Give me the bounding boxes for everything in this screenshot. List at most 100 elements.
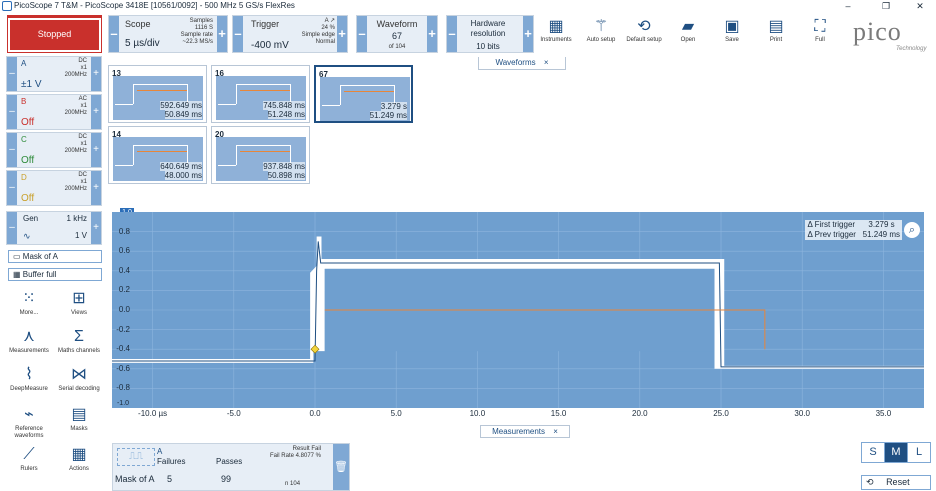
buffer-full-button[interactable]: ▦ Buffer full [8,268,102,281]
views-button[interactable]: ⊞ Views [56,288,102,326]
channel-range[interactable]: Off [21,155,34,166]
actions-button[interactable]: ▦ Actions [56,444,102,482]
channel-d-panel[interactable]: – D Off DC x1 200MHz + [6,170,102,206]
timebase-increase-button[interactable]: + [217,16,227,52]
run-stop-button[interactable]: Stopped [7,15,102,53]
default-setup-button[interactable]: ⟲ Default setup [623,17,665,55]
generator-amplitude[interactable]: 1 V [63,231,87,240]
timebase-decrease-button[interactable]: – [109,16,119,52]
reference-waveforms-label: Reference waveforms [14,426,44,439]
more-label: More... [19,310,39,316]
x-tick-label: -10.0 µs [138,409,168,418]
passes-value: 99 [221,474,232,484]
channel-decrease-button[interactable]: – [7,133,17,167]
minimize-button[interactable]: – [836,0,860,12]
trigger-type: Normal [315,39,335,45]
trigger-level-value[interactable]: -400 mV [251,40,289,51]
masks-button[interactable]: ▤ Masks [56,404,102,442]
sigma-icon: Σ [74,328,84,345]
channel-name: C [21,135,27,144]
size-medium-button[interactable]: M [884,442,908,463]
waveform-thumbnail[interactable]: 14 640.649 ms 48.000 ms [108,126,207,184]
printer-icon: ▤ [768,18,784,35]
measurements-tab[interactable]: Measurements × [480,425,570,438]
channel-range[interactable]: Off [21,117,34,128]
x-tick-label: 10.0 [469,409,486,418]
channel-increase-button[interactable]: + [91,133,101,167]
waveform-next-button[interactable]: + [427,16,437,52]
channel-range[interactable]: ±1 V [21,79,42,90]
channel-decrease-button[interactable]: – [7,57,17,91]
reset-icon: ⟲ [866,477,874,487]
channel-probe: x1 [80,141,87,147]
resolution-label: Hardware resolution [470,19,506,38]
maths-channels-button[interactable]: Σ Maths channels [56,326,102,364]
channel-probe: x1 [80,65,87,71]
waveform-index[interactable]: 67 [369,31,425,41]
mask-of-a-button[interactable]: ▭ Mask of A [8,250,102,263]
channel-decrease-button[interactable]: – [7,171,17,205]
resolution-increase-button[interactable]: + [523,16,533,52]
channel-c-panel[interactable]: – C Off DC x1 200MHz + [6,132,102,168]
maximize-button[interactable]: ❐ [874,0,898,12]
resolution-decrease-button[interactable]: – [447,16,457,52]
channel-range[interactable]: Off [21,193,34,204]
serial-decoding-button[interactable]: ⋈ Serial decoding [56,364,102,402]
auto-setup-button[interactable]: ⚚ Auto setup [580,17,622,55]
waveform-thumbnail[interactable]: 16 745.848 ms 51.248 ms [211,65,310,123]
oscilloscope-plot[interactable]: Δ First trigger 3.279 s Δ Prev trigger 5… [112,212,924,408]
measurements-label: Measurements [9,348,49,354]
measurements-tab-close-icon[interactable]: × [553,427,558,436]
trigger-decrease-button[interactable]: – [233,16,243,52]
trigger-label: Trigger [251,19,280,29]
waveform-thumbnail[interactable]: 20 937.848 ms 50.898 ms [211,126,310,184]
y-tick-label: -0.4 [116,344,130,354]
print-button[interactable]: ▤ Print [755,17,797,55]
open-button[interactable]: ▰ Open [667,17,709,55]
generator-increase-button[interactable]: + [91,212,101,244]
waveform-thumbnail[interactable]: 67 3.279 s 51.249 ms [314,65,413,123]
full-screen-button[interactable]: ⛶ Full [799,17,841,55]
mask-icon: ▭ [13,252,21,261]
instruments-button[interactable]: ▦ Instruments [535,17,577,55]
rulers-button[interactable]: ⟋ Rulers [6,444,52,482]
zoom-icon[interactable]: ⌕ [904,222,920,238]
measurements-button[interactable]: ⋏ Measurements [6,326,52,364]
waveform-panel: – Waveform 67 of 104 + [356,15,438,53]
resolution-value[interactable]: 10 bits [459,42,517,51]
delete-trash-icon[interactable]: 🗑 [333,444,349,490]
channel-b-panel[interactable]: – B Off AC x1 200MHz + [6,94,102,130]
waveform-thumbnail[interactable]: 13 592.649 ms 50.849 ms [108,65,207,123]
size-small-button[interactable]: S [861,442,885,463]
trigger-increase-button[interactable]: + [337,16,347,52]
channel-increase-button[interactable]: + [91,95,101,129]
thumbnail-prev-trigger: 51.248 ms [267,110,305,119]
generator-label: Gen [23,214,39,223]
waveform-previous-button[interactable]: – [357,16,367,52]
channel-coupling: DC [78,172,87,178]
reset-button[interactable]: ⟲ Reset [861,475,931,490]
more-button[interactable]: ⁙ More... [6,288,52,326]
reference-waveforms-button[interactable]: ⌁ Reference waveforms [6,404,52,442]
waveform-svg [112,212,924,408]
mask-thumbnail-icon: ⎍⎍ [117,448,155,466]
channel-decrease-button[interactable]: – [7,95,17,129]
waveforms-tab-close-icon[interactable]: × [544,58,549,67]
thumbnail-prev-trigger: 50.849 ms [164,110,202,119]
channel-name: B [21,97,27,106]
channel-coupling: DC [78,58,87,64]
timebase-value[interactable]: 5 µs/div [125,38,160,49]
deepmeasure-button[interactable]: ⌇ DeepMeasure [6,364,52,402]
thumbnail-first-trigger: 3.279 s [380,102,407,111]
waveforms-tab[interactable]: Waveforms × [478,57,566,70]
close-button[interactable]: ✕ [908,0,932,12]
generator-decrease-button[interactable]: – [7,212,17,244]
floppy-icon: ▣ [724,18,740,35]
generator-frequency[interactable]: 1 kHz [63,214,87,223]
save-button[interactable]: ▣ Save [711,17,753,55]
size-large-button[interactable]: L [907,442,931,463]
channel-increase-button[interactable]: + [91,171,101,205]
channel-a-panel[interactable]: – A ±1 V DC x1 200MHz + [6,56,102,92]
channel-increase-button[interactable]: + [91,57,101,91]
buffer-icon: ▦ [13,270,21,279]
